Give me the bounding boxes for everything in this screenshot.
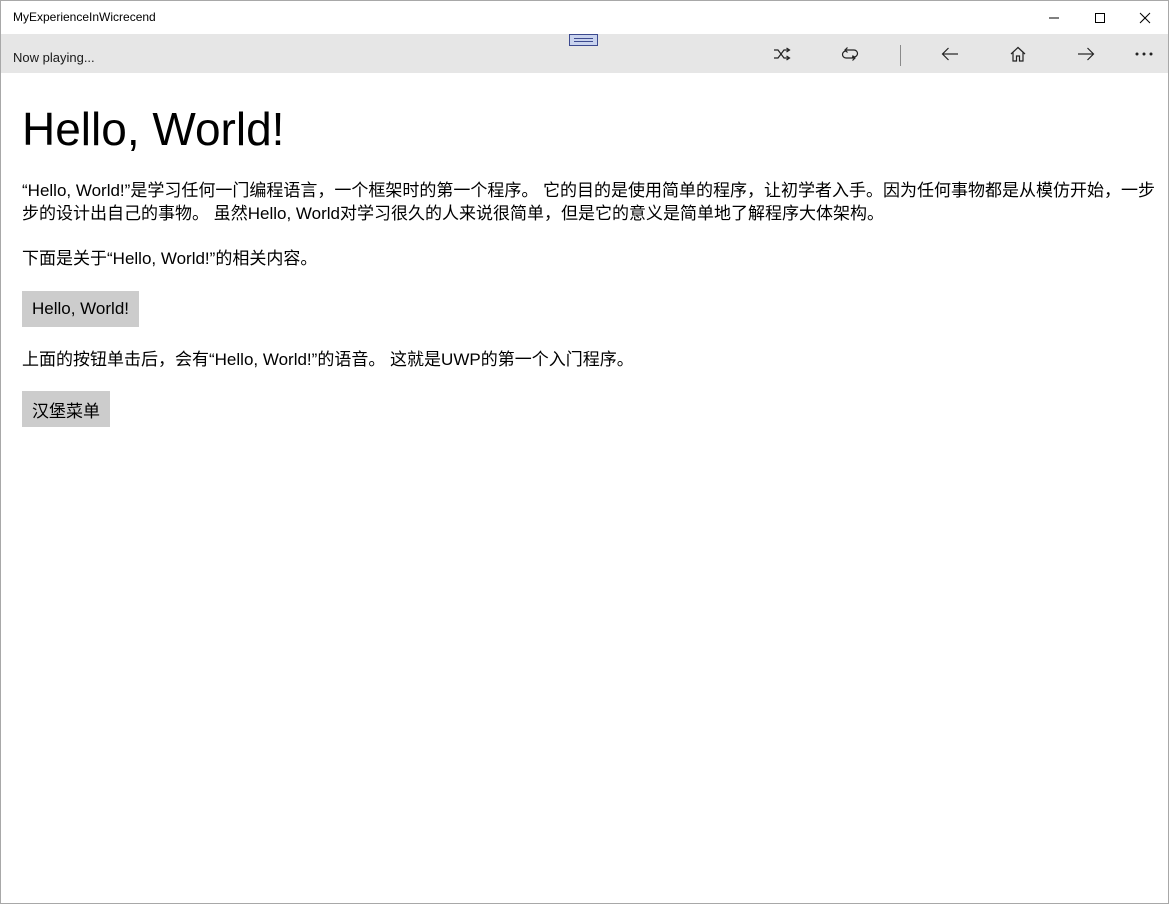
minimize-icon <box>1049 17 1059 18</box>
more-button[interactable] <box>1124 34 1164 73</box>
now-playing-text: Now playing... <box>13 50 95 65</box>
hamburger-menu-button[interactable]: 汉堡菜单 <box>22 391 110 427</box>
main-content: Hello, World! “Hello, World!”是学习任何一门编程语言… <box>1 73 1168 903</box>
arrow-right-icon <box>1078 47 1095 60</box>
related-content-text: 下面是关于“Hello, World!”的相关内容。 <box>22 249 318 268</box>
page-title: Hello, World! <box>22 103 285 155</box>
close-button[interactable] <box>1122 1 1168 34</box>
maximize-button[interactable] <box>1077 1 1123 34</box>
more-icon <box>1135 52 1153 55</box>
repeat-icon <box>841 46 859 61</box>
forward-button[interactable] <box>1066 34 1106 73</box>
home-button[interactable] <box>998 34 1038 73</box>
title-bar[interactable]: MyExperienceInWicrecend <box>1 1 1168 34</box>
window-title: MyExperienceInWicrecend <box>13 10 156 24</box>
drag-handle[interactable] <box>569 34 598 46</box>
maximize-icon <box>1095 12 1105 23</box>
home-icon <box>1010 46 1026 62</box>
command-separator <box>900 45 901 66</box>
intro-paragraph: “Hello, World!”是学习任何一门编程语言，一个框架时的第一个程序。 … <box>22 181 1156 223</box>
repeat-button[interactable] <box>830 34 870 73</box>
button-description-text: 上面的按钮单击后，会有“Hello, World!”的语音。 这就是UWP的第一… <box>22 350 634 369</box>
minimize-button[interactable] <box>1031 1 1077 34</box>
shuffle-button[interactable] <box>762 34 802 73</box>
app-window: MyExperienceInWicrecend Now playing... H… <box>0 0 1169 904</box>
arrow-left-icon <box>941 47 958 60</box>
command-bar: Now playing... <box>1 34 1168 73</box>
shuffle-icon <box>774 47 791 60</box>
hello-world-button[interactable]: Hello, World! <box>22 291 139 327</box>
back-button[interactable] <box>930 34 970 73</box>
close-icon <box>1139 12 1151 23</box>
